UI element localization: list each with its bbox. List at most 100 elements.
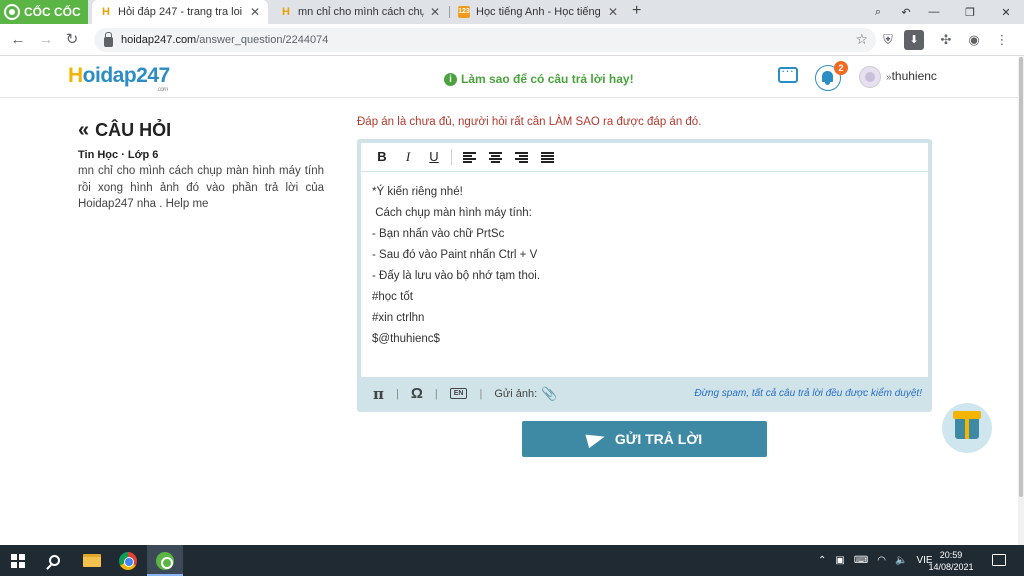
tip-link[interactable]: i Làm sao để có câu trả lời hay! xyxy=(444,72,634,86)
profile-icon[interactable]: ◉ xyxy=(964,30,984,50)
gift-icon xyxy=(953,411,981,439)
tip-text: Làm sao để có câu trả lời hay! xyxy=(461,72,634,86)
forward-icon[interactable]: → xyxy=(36,30,56,50)
spam-notice: Đừng spam, tất cả câu trả lời đều được k… xyxy=(694,388,922,399)
answer-line: $@thuhienc$ xyxy=(372,333,440,345)
start-button[interactable] xyxy=(0,545,36,576)
shield-extension-icon[interactable]: ⛨ xyxy=(878,30,898,50)
paper-plane-icon xyxy=(585,429,607,449)
scrollbar-thumb[interactable] xyxy=(1019,57,1023,497)
align-right-icon[interactable] xyxy=(514,151,528,163)
align-left-icon[interactable] xyxy=(462,151,476,163)
taskbar-search-button[interactable] xyxy=(36,545,72,576)
action-center-icon[interactable] xyxy=(992,554,1006,566)
footer-separator: | xyxy=(434,387,438,400)
search-icon xyxy=(48,555,60,566)
send-image-label: Gửi ảnh: xyxy=(494,387,538,400)
answer-editor: B I U *Ý kiến riêng nhé! Cách chụp màn h… xyxy=(357,139,932,412)
hoc-favicon-icon: 123 xyxy=(458,6,470,18)
screen-icon[interactable]: ▣ xyxy=(835,555,844,566)
info-icon: i xyxy=(444,72,457,86)
file-explorer-button[interactable] xyxy=(74,545,110,576)
question-subject: Tin Học · Lớp 6 xyxy=(78,149,159,161)
volume-icon[interactable]: 🔈 xyxy=(895,555,907,566)
underline-button[interactable]: U xyxy=(421,147,447,167)
submit-label: GỬI TRẢ LỜI xyxy=(614,431,703,447)
double-chevron-left-icon[interactable]: « xyxy=(78,119,89,142)
site-header: Hoidap247 .com i Làm sao để có câu trả l… xyxy=(0,57,1018,98)
close-icon[interactable]: ✕ xyxy=(430,5,440,19)
username: thuhienc xyxy=(891,69,937,83)
window-close-icon[interactable]: ✕ xyxy=(988,0,1024,24)
toolbar-divider xyxy=(451,149,452,165)
question-heading-text: CÂU HỎI xyxy=(95,120,172,140)
align-center-icon[interactable] xyxy=(488,151,502,163)
coccoc-logo-icon xyxy=(4,4,20,20)
coccoc-taskbar-button[interactable] xyxy=(147,545,183,576)
bold-button[interactable]: B xyxy=(369,147,395,167)
user-menu[interactable]: »thuhienc xyxy=(886,69,937,83)
windows-logo-icon xyxy=(11,553,25,568)
italic-button[interactable]: I xyxy=(395,147,421,167)
tab-title: mn chỉ cho mình cách chụp m xyxy=(298,6,424,18)
close-icon[interactable]: ✕ xyxy=(608,5,618,19)
answer-line: - Đấy là lưu vào bộ nhớ tạm thoi. xyxy=(372,270,541,282)
chrome-button[interactable] xyxy=(110,545,146,576)
restore-icon[interactable]: ❐ xyxy=(952,0,988,24)
editor-toolbar: B I U xyxy=(361,143,928,171)
avatar[interactable] xyxy=(859,66,881,88)
answer-line: #xin ctrlhn xyxy=(372,312,425,324)
bookmark-star-icon[interactable]: ☆ xyxy=(855,31,868,48)
reload-icon[interactable]: ↻ xyxy=(62,30,82,50)
english-keyboard-button[interactable]: EN xyxy=(449,388,468,399)
coccoc-icon xyxy=(156,551,174,570)
extensions-puzzle-icon[interactable]: ✣ xyxy=(936,30,956,50)
browser-brand: CỐC CỐC xyxy=(24,5,81,19)
close-icon[interactable]: ✕ xyxy=(250,5,260,19)
footer-separator: | xyxy=(479,387,483,400)
notification-badge: 2 xyxy=(834,61,848,75)
address-bar[interactable]: hoidap247.com/answer_question/2244074 ☆ xyxy=(94,28,876,52)
tab-hoidap-answer[interactable]: H Hỏi đáp 247 - trang tra loi ✕ xyxy=(92,0,268,24)
question-text: mn chỉ cho mình cách chụp màn hình máy t… xyxy=(78,165,324,210)
tab-title: Học tiếng Anh - Học tiếng An xyxy=(476,6,602,18)
windows-taskbar: ⌃ ▣ ⌨ ◠ 🔈 VIE 20:59 14/08/2021 xyxy=(0,545,1024,576)
answer-warning: Đáp án là chưa đủ, người hỏi rất cần LÀM… xyxy=(357,116,702,128)
browser-toolbar: ← → ↻ hoidap247.com/answer_question/2244… xyxy=(0,24,1024,56)
gift-button[interactable] xyxy=(942,403,992,453)
minimize-icon[interactable]: — xyxy=(916,0,952,24)
coccoc-menu-button[interactable]: CỐC CỐC xyxy=(0,0,88,24)
download-icon[interactable]: ⬇ xyxy=(904,30,924,50)
special-char-omega-button[interactable]: Ω xyxy=(411,385,423,402)
page-scrollbar[interactable] xyxy=(1018,57,1024,545)
chevron-up-icon[interactable]: ⌃ xyxy=(818,555,826,566)
site-logo[interactable]: Hoidap247 .com xyxy=(68,64,170,93)
submit-answer-button[interactable]: GỬI TRẢ LỜI xyxy=(522,421,767,457)
tab-title: Hỏi đáp 247 - trang tra loi xyxy=(118,6,243,18)
answer-text-area[interactable]: *Ý kiến riêng nhé! Cách chụp màn hình má… xyxy=(361,172,928,377)
answer-line: *Ý kiến riêng nhé! xyxy=(372,186,463,198)
url-host: hoidap247.com xyxy=(121,34,197,46)
wifi-icon[interactable]: ◠ xyxy=(877,555,886,566)
clock-time: 20:59 xyxy=(939,550,963,560)
clock[interactable]: 20:59 14/08/2021 xyxy=(928,549,974,573)
question-heading: « CÂU HỎI xyxy=(78,119,171,142)
system-tray: ⌃ ▣ ⌨ ◠ 🔈 VIE xyxy=(818,545,933,576)
browser-menu-icon[interactable]: ⋮ xyxy=(992,30,1012,50)
hoidap-favicon-icon: H xyxy=(102,6,110,18)
keyboard-icon[interactable]: ⌨ xyxy=(854,555,868,566)
clock-date: 14/08/2021 xyxy=(928,562,974,572)
bell-icon xyxy=(822,71,833,85)
math-pi-button[interactable]: π xyxy=(373,385,384,403)
tab-question[interactable]: H mn chỉ cho mình cách chụp m ✕ xyxy=(272,0,448,24)
tab-hoc-tieng-anh[interactable]: 123 Học tiếng Anh - Học tiếng An ✕ xyxy=(450,0,626,24)
chat-icon[interactable] xyxy=(778,63,798,83)
paperclip-icon[interactable]: 📎 xyxy=(541,386,557,402)
answer-line: #học tốt xyxy=(372,291,413,303)
new-tab-plus-icon[interactable]: + xyxy=(632,2,641,20)
align-justify-icon[interactable] xyxy=(540,151,554,163)
logo-prefix: H xyxy=(68,64,83,87)
lock-icon xyxy=(104,31,113,47)
chrome-icon xyxy=(119,551,137,570)
back-icon[interactable]: ← xyxy=(8,30,28,50)
